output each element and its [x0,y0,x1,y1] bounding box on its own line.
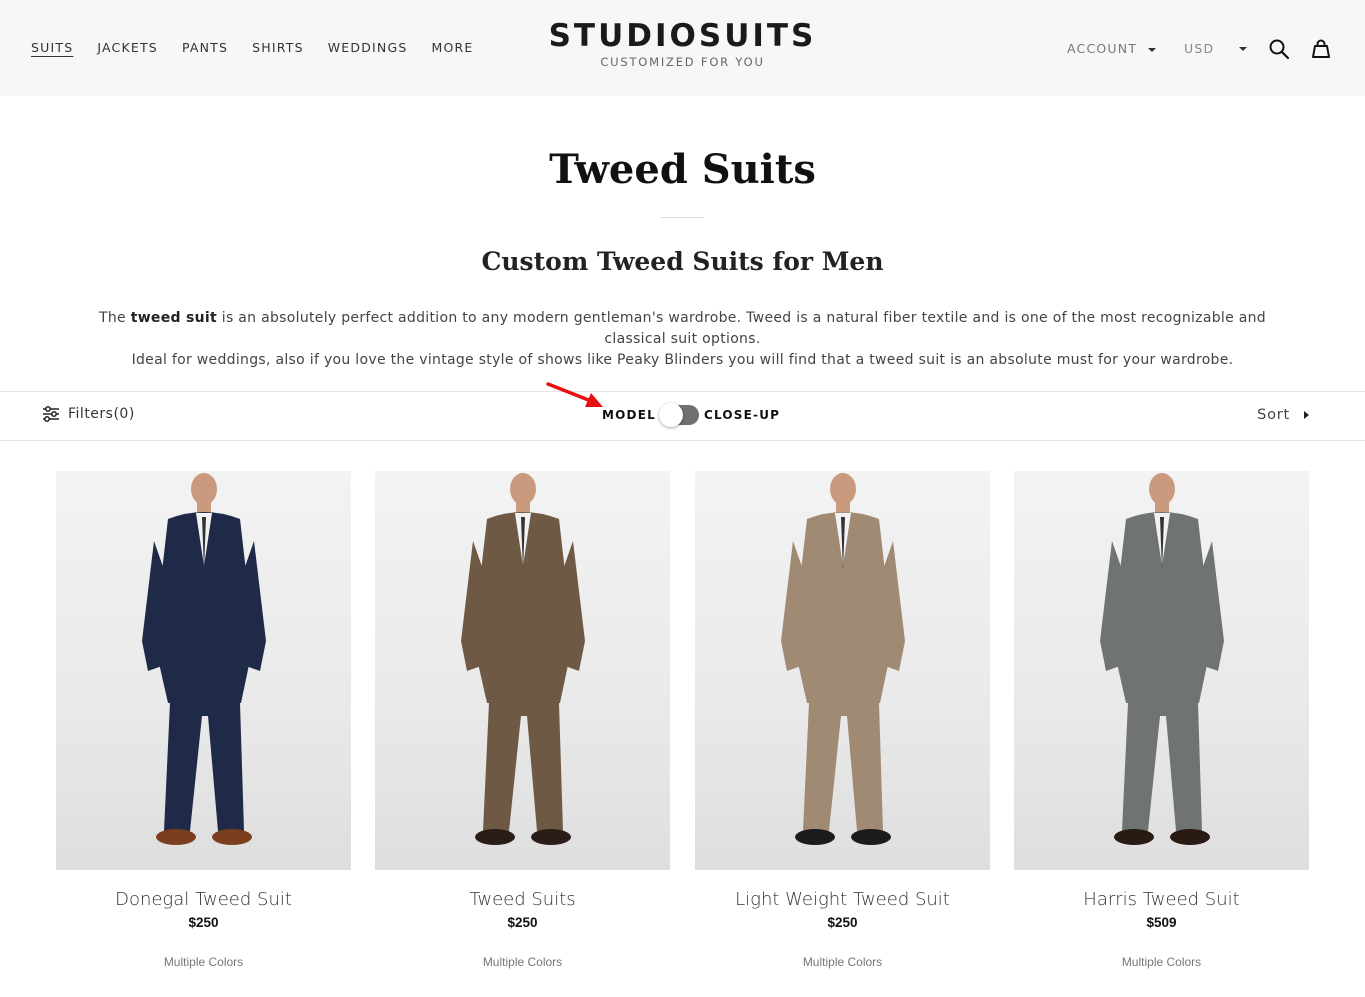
product-price: $509 [1146,915,1177,930]
site-header: SUITS JACKETS PANTS SHIRTS WEDDINGS MORE… [0,0,1365,96]
view-toggle-switch[interactable] [658,403,701,427]
product-card[interactable]: Donegal Tweed Suit $250 Multiple Colors [56,471,351,969]
listing-toolbar: Filters(0) MODEL CLOSE-UP Sort [0,391,1365,441]
product-image[interactable] [375,471,670,870]
sort-label: Sort [1257,407,1290,423]
desc-bold: tweed suit [130,310,218,326]
annotation-arrow-icon [546,382,603,407]
product-color-options: Multiple Colors [802,955,883,969]
product-card[interactable]: Tweed Suits $250 Multiple Colors [375,471,670,969]
product-color-options: Multiple Colors [1121,955,1202,969]
product-image[interactable] [56,471,351,870]
desc-rest: is an absolutely perfect addition to any… [217,310,1266,347]
currency-dropdown[interactable]: USD [1184,41,1214,56]
filters-label: Filters(0) [68,406,135,422]
product-name[interactable]: Harris Tweed Suit [1014,889,1309,910]
chevron-down-icon [1148,47,1157,52]
view-toggle: MODEL CLOSE-UP [602,403,780,427]
search-icon[interactable] [1268,38,1290,60]
product-name[interactable]: Donegal Tweed Suit [56,889,351,910]
sort-button[interactable]: Sort [1257,407,1309,423]
account-dropdown[interactable]: ACCOUNT [1067,41,1157,56]
product-price: $250 [827,915,858,930]
suit-model-image [142,473,266,845]
title-divider [660,217,704,218]
toggle-closeup-label[interactable]: CLOSE-UP [704,408,780,422]
product-image[interactable] [695,471,990,870]
currency-label: USD [1184,41,1215,56]
switch-knob [658,403,683,427]
product-name[interactable]: Light Weight Tweed Suit [695,889,990,910]
product-card[interactable]: Light Weight Tweed Suit $250 Multiple Colo… [695,471,990,969]
toggle-model-label[interactable]: MODEL [602,408,656,422]
product-color-options: Multiple Colors [163,955,244,969]
chevron-right-icon [1304,411,1309,419]
category-description: The tweed suit is an absolutely perfect … [70,308,1295,371]
desc-lead: The [99,310,131,326]
suit-model-image [461,473,585,845]
shopping-bag-icon[interactable] [1310,38,1332,60]
filters-button[interactable]: Filters(0) [42,406,135,422]
suit-model-image [1100,473,1224,845]
utility-nav: ACCOUNT USD [965,38,1365,62]
product-image[interactable] [1014,471,1309,870]
page-subtitle: Custom Tweed Suits for Men [481,247,884,276]
filter-sliders-icon [43,406,59,422]
suit-model-image [781,473,905,845]
desc-line2: Ideal for weddings, also if you love the… [131,352,1234,368]
page-title: Tweed Suits [549,146,816,193]
product-name[interactable]: Tweed Suits [375,889,670,910]
product-price: $250 [507,915,538,930]
chevron-down-icon[interactable] [1239,47,1247,51]
account-label: ACCOUNT [1067,41,1138,56]
product-color-options: Multiple Colors [482,955,563,969]
product-card[interactable]: Harris Tweed Suit $509 Multiple Colors [1014,471,1309,969]
product-price: $250 [188,915,219,930]
